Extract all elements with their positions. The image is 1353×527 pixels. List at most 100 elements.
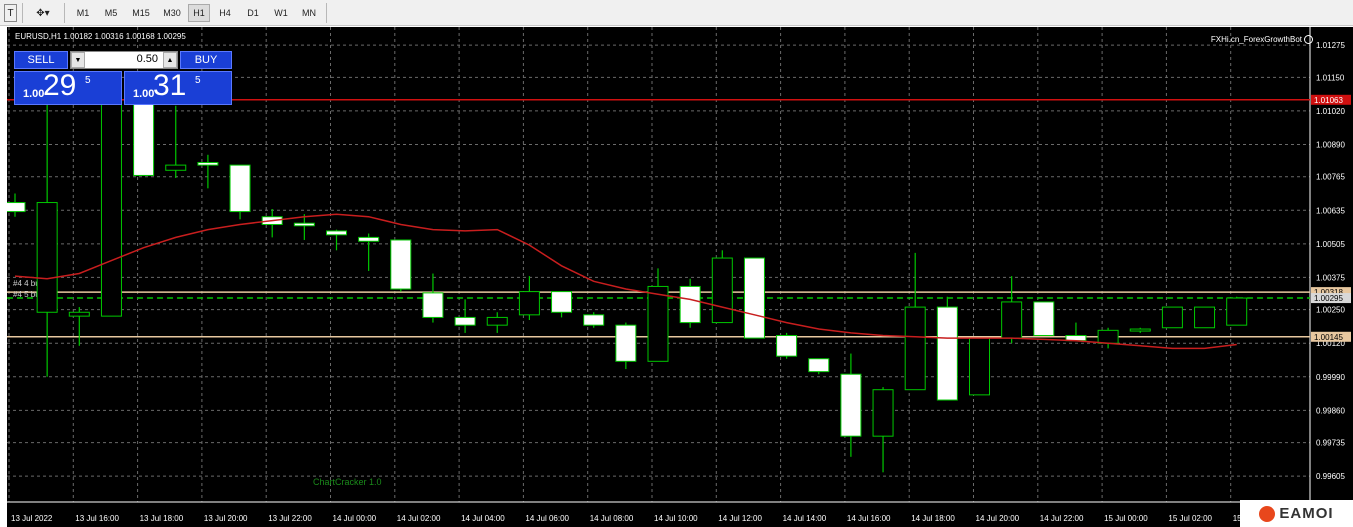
price-axis-label: 0.99735 xyxy=(1316,439,1345,448)
timeframe-m5-button[interactable]: M5 xyxy=(98,4,124,22)
timeframe-m30-button[interactable]: M30 xyxy=(158,4,186,22)
volume-stepper[interactable]: ▼ 0.50 ▲ xyxy=(70,51,178,69)
candle-body xyxy=(1097,329,1119,344)
candle-body xyxy=(711,257,733,324)
timeframe-mn-button[interactable]: MN xyxy=(296,4,322,22)
candle-body xyxy=(486,316,508,326)
candle-body xyxy=(1001,301,1023,339)
candle-body xyxy=(518,291,540,316)
candle-body xyxy=(100,76,122,317)
candle-body xyxy=(1194,306,1216,329)
toolbar: T ✥▾ M1 M5 M15 M30 H1 H4 D1 W1 MN xyxy=(0,0,1353,26)
time-axis-label: 13 Jul 2022 xyxy=(11,514,53,523)
ea-name: FXHi.cn_ForexGrowthBot xyxy=(1210,35,1302,44)
candle-body xyxy=(872,389,894,437)
one-click-trading-panel: SELL ▼ 0.50 ▲ BUY 1.00 29 5 1.00 31 5 xyxy=(14,51,232,109)
candle-body xyxy=(936,306,958,401)
candle-body xyxy=(840,373,862,437)
time-axis-label: 14 Jul 04:00 xyxy=(461,514,505,523)
candle-body xyxy=(68,311,90,317)
candle-body xyxy=(197,162,219,166)
take-profit-line-tag-label: 1.01063 xyxy=(1314,96,1343,105)
price-axis-label: 0.99860 xyxy=(1316,406,1345,415)
buy-price-fraction: 5 xyxy=(195,75,201,86)
time-axis-label: 14 Jul 10:00 xyxy=(654,514,698,523)
shapes-dropdown-icon[interactable]: ✥▾ xyxy=(28,4,58,22)
candle-body xyxy=(1033,301,1055,336)
buy-price-prefix: 1.00 xyxy=(133,88,155,100)
candle-body xyxy=(551,291,573,313)
candle-body xyxy=(165,164,187,171)
time-axis-label: 14 Jul 18:00 xyxy=(911,514,955,523)
price-axis-label: 1.01020 xyxy=(1316,107,1345,116)
time-axis-label: 14 Jul 06:00 xyxy=(525,514,569,523)
chart-window[interactable]: 1.01275 1.01150 1.01020 1.00890 1.00765 1.006… xyxy=(7,27,1353,527)
sell-button[interactable]: SELL xyxy=(14,51,68,69)
text-tool-icon[interactable]: T xyxy=(4,4,17,22)
price-axis-label: 1.01275 xyxy=(1316,41,1345,50)
volume-decrease-button[interactable]: ▼ xyxy=(71,52,85,68)
volume-value[interactable]: 0.50 xyxy=(87,53,161,65)
sell-price-box[interactable]: 1.00 29 5 xyxy=(14,69,122,105)
time-axis-label: 14 Jul 22:00 xyxy=(1040,514,1084,523)
time-axis-label: 15 Jul 02:00 xyxy=(1168,514,1212,523)
watermark-text: EAMOI xyxy=(1279,505,1334,522)
volume-increase-button[interactable]: ▲ xyxy=(163,52,177,68)
time-axis-label: 14 Jul 02:00 xyxy=(397,514,441,523)
candle-body xyxy=(904,306,926,391)
candle-body xyxy=(36,202,58,313)
candle-body xyxy=(133,100,155,176)
price-axis-label: 1.00765 xyxy=(1316,173,1345,182)
time-axis-label: 14 Jul 20:00 xyxy=(976,514,1020,523)
timeframe-h1-button[interactable]: H1 xyxy=(188,4,210,22)
timeframe-w1-button[interactable]: W1 xyxy=(268,4,294,22)
candle-body xyxy=(293,222,315,227)
time-axis-label: 13 Jul 22:00 xyxy=(268,514,312,523)
candle-body xyxy=(229,164,251,213)
time-axis-label: 14 Jul 12:00 xyxy=(718,514,762,523)
timeframe-d1-button[interactable]: D1 xyxy=(240,4,266,22)
time-axis-label: 15 Jul 00:00 xyxy=(1104,514,1148,523)
bid-line-tag-label: 1.00295 xyxy=(1314,294,1343,303)
sell-price-fraction: 5 xyxy=(85,75,91,86)
time-axis-label: 14 Jul 16:00 xyxy=(847,514,891,523)
candle-body xyxy=(326,230,347,236)
time-axis-label: 14 Jul 00:00 xyxy=(333,514,377,523)
candle-body xyxy=(1161,306,1183,329)
candle-body xyxy=(358,236,380,242)
time-axis-label: 14 Jul 08:00 xyxy=(590,514,634,523)
candle-body xyxy=(743,257,765,339)
expert-advisor-label[interactable]: FXHi.cn_ForexGrowthBot xyxy=(1211,35,1313,44)
time-axis-label: 13 Jul 16:00 xyxy=(75,514,119,523)
timeframe-h4-button[interactable]: H4 xyxy=(212,4,238,22)
price-axis-label: 1.00250 xyxy=(1316,306,1345,315)
time-axis-label: 13 Jul 20:00 xyxy=(204,514,248,523)
candle-body xyxy=(454,316,476,326)
sell-price-pips: 29 xyxy=(43,69,77,102)
candle-body xyxy=(583,314,605,326)
time-axis-label: 13 Jul 18:00 xyxy=(140,514,184,523)
price-axis-label: 1.00890 xyxy=(1316,140,1345,149)
toolbar-separator xyxy=(64,3,65,23)
price-axis-label: 1.01150 xyxy=(1316,73,1345,82)
candle-body xyxy=(776,334,798,357)
indicator-label: ChartCracker 1.0 xyxy=(313,477,382,487)
candle-body xyxy=(1129,328,1151,332)
timeframe-m1-button[interactable]: M1 xyxy=(70,4,96,22)
candle-body xyxy=(7,202,26,213)
candle-body xyxy=(969,337,990,396)
order-line-2-tag-label: 1.00145 xyxy=(1314,333,1343,342)
candle-body xyxy=(615,324,637,362)
candle-body xyxy=(390,239,412,290)
time-axis-label: 14 Jul 14:00 xyxy=(783,514,827,523)
timeframe-m15-button[interactable]: M15 xyxy=(126,4,156,22)
price-axis-label: 1.00375 xyxy=(1316,273,1345,282)
buy-price-pips: 31 xyxy=(153,69,187,102)
toolbar-separator xyxy=(326,3,327,23)
buy-price-box[interactable]: 1.00 31 5 xyxy=(124,69,232,105)
candle-body xyxy=(647,285,669,362)
sell-price-prefix: 1.00 xyxy=(23,88,45,100)
eamoi-watermark: EAMOI xyxy=(1240,500,1353,527)
buy-button[interactable]: BUY xyxy=(180,51,232,69)
candle-body xyxy=(1226,297,1248,326)
